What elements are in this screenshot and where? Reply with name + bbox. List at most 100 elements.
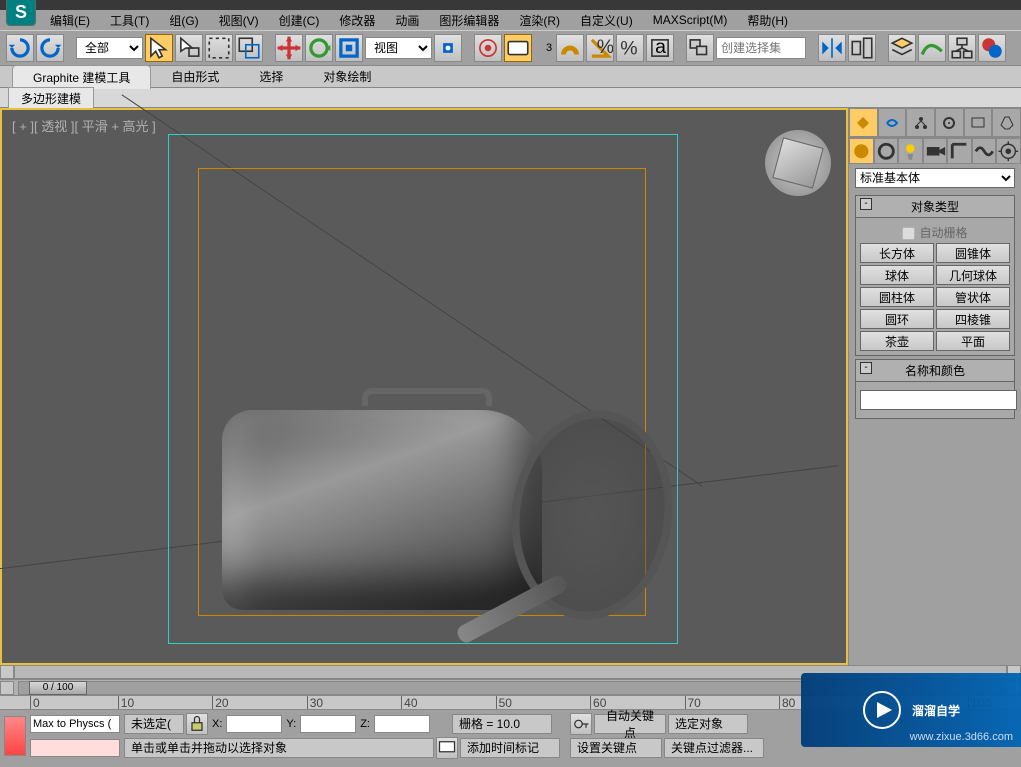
tab-utilities[interactable] [992, 108, 1021, 137]
move-button[interactable] [275, 34, 303, 62]
tab-modify[interactable] [878, 108, 907, 137]
timeline-prev-icon[interactable] [0, 681, 14, 695]
select-by-name-button[interactable] [175, 34, 203, 62]
menu-modifiers[interactable]: 修改器 [329, 10, 385, 31]
titlebar: S [0, 0, 1021, 10]
bag-handle [362, 388, 492, 406]
viewport[interactable]: [ + ][ 透视 ][ 平滑 + 高光 ] [0, 108, 848, 665]
menu-animation[interactable]: 动画 [385, 10, 429, 31]
rollout-name-color[interactable]: - 名称和颜色 [855, 359, 1015, 382]
viewport-label[interactable]: [ + ][ 透视 ][ 平滑 + 高光 ] [12, 116, 156, 135]
primitive-cone[interactable]: 圆锥体 [936, 243, 1010, 263]
menu-tools[interactable]: 工具(T) [100, 10, 159, 31]
menu-graph-editors[interactable]: 图形编辑器 [429, 10, 509, 31]
layer-manager-button[interactable] [888, 34, 916, 62]
ribbon-tab-freeform[interactable]: 自由形式 [151, 65, 239, 88]
subtab-helpers[interactable] [947, 138, 972, 164]
menubar: 编辑(E) 工具(T) 组(G) 视图(V) 创建(C) 修改器 动画 图形编辑… [0, 10, 1021, 30]
percent-snap-button[interactable]: % [616, 34, 644, 62]
subtab-spacewarps[interactable] [972, 138, 997, 164]
use-pivot-center-button[interactable] [434, 34, 462, 62]
named-selection-sets-button[interactable] [686, 34, 714, 62]
menu-edit[interactable]: 编辑(E) [40, 10, 100, 31]
select-object-button[interactable] [145, 34, 173, 62]
tab-motion[interactable] [935, 108, 964, 137]
align-button[interactable] [848, 34, 876, 62]
tab-display[interactable] [964, 108, 993, 137]
maxscript-listener-2[interactable] [30, 739, 120, 757]
primitive-sphere[interactable]: 球体 [860, 265, 934, 285]
menu-group[interactable]: 组(G) [159, 10, 208, 31]
subribbon-poly-modeling[interactable]: 多边形建模 [8, 87, 94, 109]
rollout-object-type[interactable]: - 对象类型 [855, 195, 1015, 218]
tab-hierarchy[interactable] [906, 108, 935, 137]
window-crossing-button[interactable] [235, 34, 263, 62]
subtab-geometry[interactable] [849, 138, 874, 164]
y-input[interactable] [300, 715, 356, 733]
maxscript-listener[interactable] [30, 715, 120, 733]
ribbon-tab-selection[interactable]: 选择 [239, 65, 303, 88]
selection-filter-select[interactable]: 全部 [76, 37, 143, 59]
select-manipulate-button[interactable] [474, 34, 502, 62]
tab-create[interactable] [849, 108, 878, 137]
menu-view[interactable]: 视图(V) [209, 10, 269, 31]
undo-button[interactable] [6, 34, 34, 62]
menu-create[interactable]: 创建(C) [269, 10, 330, 31]
bag-body [222, 410, 542, 610]
menu-customize[interactable]: 自定义(U) [570, 10, 643, 31]
subtab-systems[interactable] [996, 138, 1021, 164]
reference-coord-select[interactable]: 视图 [365, 37, 432, 59]
viewcube[interactable] [765, 130, 831, 196]
x-input[interactable] [226, 715, 282, 733]
ribbon-tab-object-paint[interactable]: 对象绘制 [303, 65, 391, 88]
primitive-torus[interactable]: 圆环 [860, 309, 934, 329]
material-editor-button[interactable] [978, 34, 1006, 62]
time-tag-text: 添加时间标记 [467, 739, 539, 756]
subribbon: 多边形建模 [0, 88, 1021, 108]
svg-text:%: % [620, 38, 637, 60]
primitive-box[interactable]: 长方体 [860, 243, 934, 263]
select-region-button[interactable] [205, 34, 233, 62]
z-input[interactable] [374, 715, 430, 733]
rollout-title: 对象类型 [911, 200, 959, 214]
primitive-tube[interactable]: 管状体 [936, 287, 1010, 307]
menu-maxscript[interactable]: MAXScript(M) [643, 11, 738, 29]
set-key-button[interactable]: 设置关键点 [570, 738, 662, 758]
keyboard-shortcut-override-button[interactable] [504, 34, 532, 62]
auto-key-button[interactable]: 自动关键点 [594, 714, 666, 734]
angle-snap-button[interactable]: % [586, 34, 614, 62]
mirror-button[interactable] [818, 34, 846, 62]
autogrid-checkbox [902, 227, 915, 240]
named-selection-input[interactable] [716, 37, 806, 59]
subtab-shapes[interactable] [874, 138, 899, 164]
snap-toggle-button[interactable] [556, 34, 584, 62]
category-select[interactable]: 标准基本体 [855, 168, 1015, 188]
curve-editor-button[interactable] [918, 34, 946, 62]
object-name-input[interactable] [860, 390, 1017, 410]
primitive-plane[interactable]: 平面 [936, 331, 1010, 351]
primitive-teapot[interactable]: 茶壶 [860, 331, 934, 351]
menu-help[interactable]: 帮助(H) [737, 10, 798, 31]
key-filters-button[interactable]: 关键点过滤器... [664, 738, 764, 758]
subtab-cameras[interactable] [923, 138, 948, 164]
rotate-button[interactable] [305, 34, 333, 62]
schematic-view-button[interactable] [948, 34, 976, 62]
ruler-tick: 40 [401, 696, 417, 710]
slider-thumb[interactable]: 0 / 100 [29, 681, 87, 695]
redo-button[interactable] [36, 34, 64, 62]
primitive-pyramid[interactable]: 四棱锥 [936, 309, 1010, 329]
ribbon-tab-graphite[interactable]: Graphite 建模工具 [12, 65, 151, 89]
comm-center-button[interactable] [436, 737, 458, 759]
lock-selection-button[interactable] [186, 713, 208, 735]
subtab-lights[interactable] [898, 138, 923, 164]
primitive-geosphere[interactable]: 几何球体 [936, 265, 1010, 285]
spinner-snap-button[interactable]: a [646, 34, 674, 62]
trackbar-key-icon[interactable] [4, 716, 26, 756]
rollout-object-type-body: 自动栅格 长方体 圆锥体 球体 几何球体 圆柱体 管状体 圆环 四棱锥 茶壶 平… [855, 218, 1015, 356]
scroll-left-icon[interactable] [0, 665, 14, 679]
scale-button[interactable] [335, 34, 363, 62]
menu-rendering[interactable]: 渲染(R) [509, 10, 570, 31]
primitive-cylinder[interactable]: 圆柱体 [860, 287, 934, 307]
rollout-toggle-icon: - [860, 362, 872, 374]
key-mode-button[interactable] [570, 713, 592, 735]
